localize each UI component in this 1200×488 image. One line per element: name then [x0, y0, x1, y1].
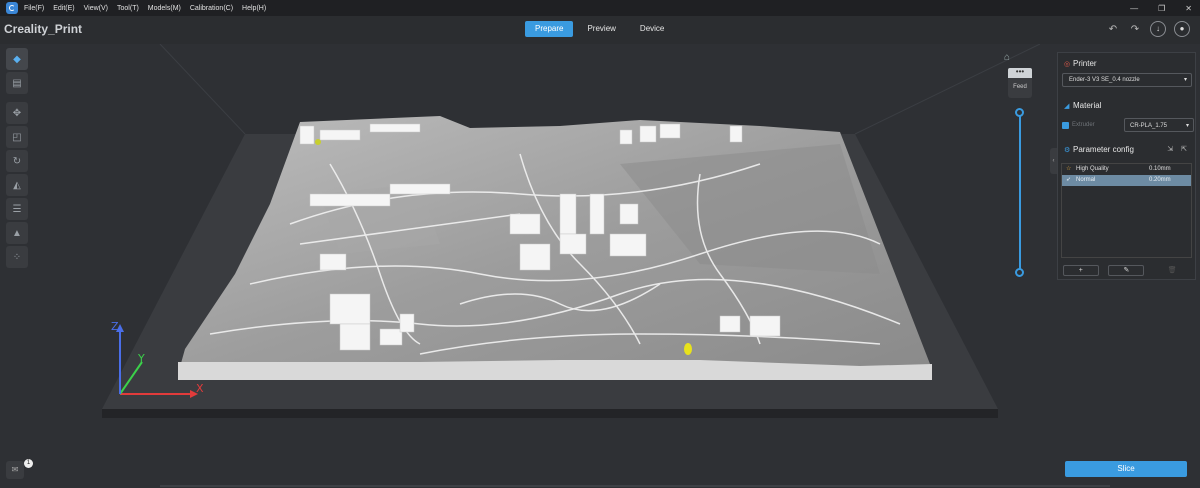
minimize-icon[interactable]: — — [1130, 4, 1138, 13]
arrange-icon[interactable]: ⁘ — [6, 246, 28, 268]
rocket-icon: ➶ — [1066, 177, 1072, 183]
extruder-row: Extruder CR-PLA_1.75 ▾ — [1062, 118, 1194, 132]
parameter-actions: ⇲ ⇱ — [1167, 145, 1187, 153]
layer-slider-bottom-handle[interactable] — [1015, 268, 1024, 277]
material-value: CR-PLA_1.75 — [1130, 123, 1168, 129]
quality-value: 0.10mm — [1149, 166, 1171, 172]
undo-icon[interactable]: ↶ — [1106, 24, 1120, 35]
tab-device[interactable]: Device — [630, 21, 674, 37]
menu-help[interactable]: Help(H) — [242, 5, 266, 12]
import-icon[interactable]: ⇲ — [1167, 145, 1173, 153]
quality-name: High Quality — [1076, 166, 1109, 172]
axis-label-z: Z — [111, 320, 119, 333]
slice-button[interactable]: Slice — [1065, 461, 1187, 477]
quality-list: ☆ High Quality 0.10mm ➶ Normal 0.20mm — [1061, 163, 1192, 258]
home-icon[interactable]: ⌂ — [1004, 52, 1010, 63]
user-icon[interactable]: ● — [1174, 21, 1190, 37]
quality-row-normal[interactable]: ➶ Normal 0.20mm — [1062, 175, 1191, 186]
rotate-icon[interactable]: ↻ — [6, 150, 28, 172]
tab-prepare[interactable]: Prepare — [525, 21, 574, 37]
printer-select[interactable]: Ender-3 V3 SE_0.4 nozzle ▾ — [1062, 73, 1192, 87]
scale-icon[interactable]: ◰ — [6, 126, 28, 148]
parameter-section-title: ⚙ Parameter config — [1064, 145, 1134, 154]
move-icon[interactable]: ✥ — [6, 102, 28, 124]
status-divider — [160, 485, 1110, 487]
feed-label: Feed — [1013, 84, 1027, 90]
folder-icon[interactable]: ▤ — [6, 72, 28, 94]
edit-preset-button[interactable]: ✎ — [1108, 264, 1145, 276]
layer-slider-track[interactable] — [1019, 112, 1021, 273]
feed-view-button[interactable]: ••• Feed — [1008, 68, 1032, 98]
printer-title: Printer — [1073, 59, 1097, 68]
more-icon[interactable]: ••• — [1008, 68, 1032, 78]
cube-icon[interactable]: ◆ — [6, 48, 28, 70]
axis-label-y: Y — [137, 352, 145, 365]
material-title: Material — [1073, 101, 1102, 110]
quality-row-high[interactable]: ☆ High Quality 0.10mm — [1062, 164, 1191, 175]
high-quality-icon: ☆ — [1066, 166, 1072, 172]
add-preset-button[interactable]: + — [1062, 264, 1099, 276]
app-title: Creality_Print — [4, 22, 83, 36]
mode-tabs: Prepare Preview Device — [525, 21, 674, 37]
export-icon[interactable]: ⇱ — [1181, 145, 1187, 153]
layer-slider-top-handle[interactable] — [1015, 108, 1024, 117]
layers-icon[interactable]: ☰ — [6, 198, 28, 220]
download-icon[interactable]: ↓ — [1150, 21, 1166, 37]
redo-icon[interactable]: ↷ — [1128, 24, 1142, 35]
delete-preset-button[interactable]: 🗑 — [1154, 265, 1190, 276]
material-section-title: ◢ Material — [1064, 101, 1101, 110]
quality-name: Normal — [1076, 177, 1096, 183]
app-logo-icon — [6, 2, 18, 14]
header-bar: Creality_Print Prepare Preview Device ↶ … — [0, 16, 1200, 44]
menu-models[interactable]: Models(M) — [148, 5, 181, 12]
parameter-title: Parameter config — [1073, 145, 1134, 154]
tab-preview[interactable]: Preview — [577, 21, 625, 37]
maximize-icon[interactable]: ❐ — [1158, 4, 1165, 13]
axis-label-x: X — [196, 382, 204, 395]
creality-print-window: File(F) Edit(E) View(V) Tool(T) Models(M… — [0, 0, 1200, 488]
close-icon[interactable]: ✕ — [1185, 4, 1192, 13]
extruder-checkbox[interactable] — [1062, 121, 1069, 129]
menu-bar: File(F) Edit(E) View(V) Tool(T) Models(M… — [0, 0, 1200, 16]
panel-collapse-handle[interactable]: ‹ — [1050, 148, 1057, 174]
model-marker — [684, 343, 692, 355]
window-controls: — ❐ ✕ — [1130, 0, 1192, 16]
printer-section-title: ◎ Printer — [1064, 59, 1097, 68]
material-select[interactable]: CR-PLA_1.75 ▾ — [1124, 118, 1194, 132]
support-icon[interactable]: ▲ — [6, 222, 28, 244]
quality-value: 0.20mm — [1149, 177, 1171, 183]
extruder-label: Extruder — [1072, 122, 1095, 128]
paint-icon[interactable]: ◭ — [6, 174, 28, 196]
notification-icon[interactable]: ✉ — [6, 461, 24, 479]
left-toolbar: ◆ ▤ ✥ ◰ ↻ ◭ ☰ ▲ ⁘ — [6, 48, 28, 268]
parameter-icon: ⚙ — [1064, 147, 1071, 154]
chevron-down-icon: ▾ — [1185, 123, 1189, 129]
menu-tool[interactable]: Tool(T) — [117, 5, 139, 12]
menu-view[interactable]: View(V) — [84, 5, 108, 12]
quality-actions: + ✎ 🗑 — [1058, 262, 1195, 278]
settings-panel: ◎ Printer Ender-3 V3 SE_0.4 nozzle ▾ ◢ Mat… — [1057, 52, 1196, 280]
material-icon: ◢ — [1064, 103, 1070, 110]
menu-edit[interactable]: Edit(E) — [53, 5, 74, 12]
header-tools: ↶ ↷ ↓ ● — [1106, 21, 1190, 37]
menu-calibration[interactable]: Calibration(C) — [190, 5, 233, 12]
chevron-down-icon: ▾ — [1183, 77, 1187, 83]
printer-value: Ender-3 V3 SE_0.4 nozzle — [1069, 77, 1140, 83]
notification-badge: 1 — [24, 459, 33, 468]
menu-file[interactable]: File(F) — [24, 5, 44, 12]
printer-icon: ◎ — [1064, 61, 1071, 68]
